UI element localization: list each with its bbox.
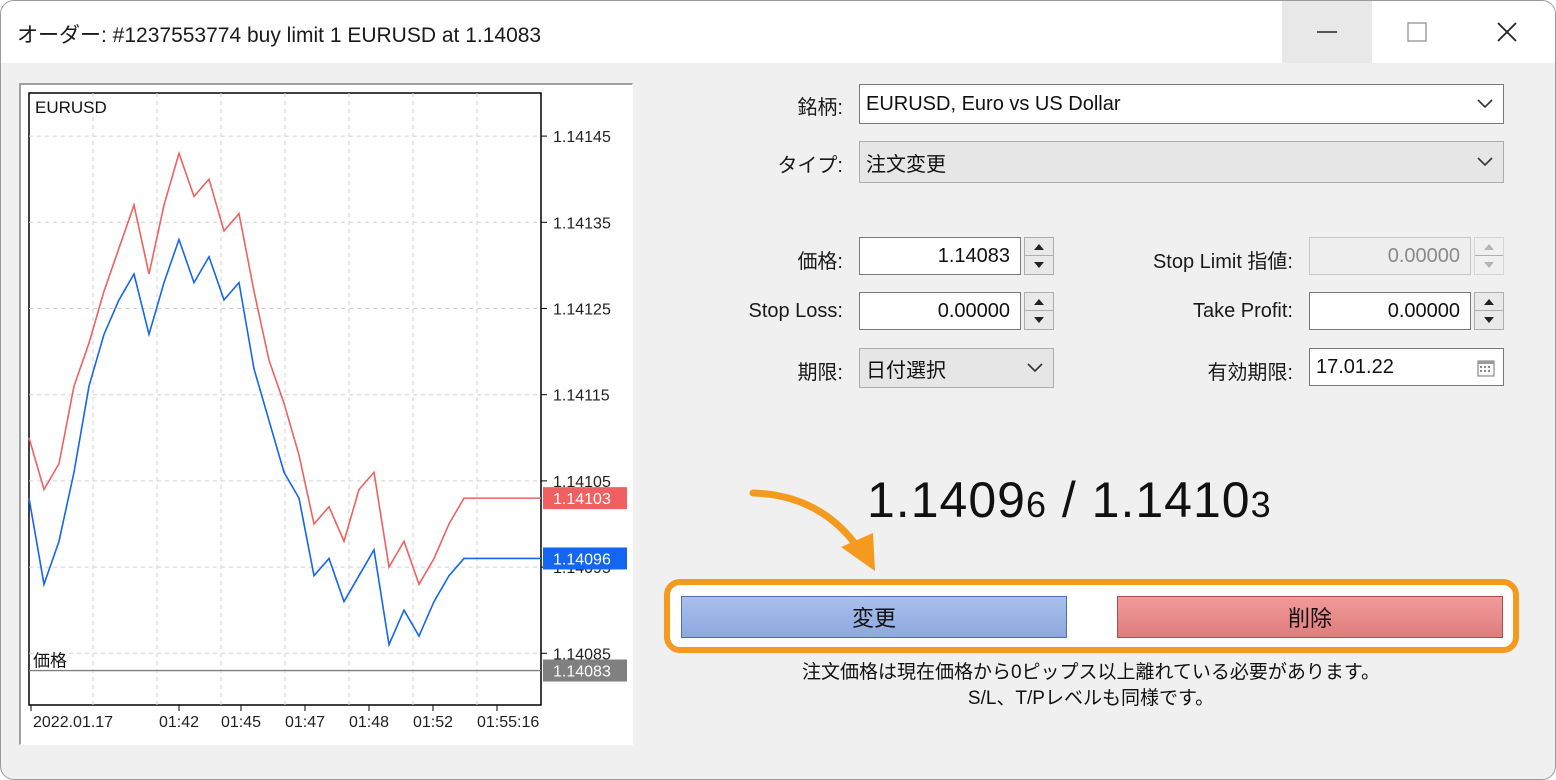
chart-svg: 1.141451.141351.141251.141151.141051.140… <box>28 92 627 731</box>
note-line-2: S/L、T/Pレベルも同様です。 <box>967 688 1215 709</box>
symbol-select[interactable]: EURUSD, Euro vs US Dollar <box>859 84 1504 124</box>
price-label: 価格: <box>797 251 843 273</box>
bid-pip: 6 <box>1025 484 1047 525</box>
type-label: タイプ: <box>777 155 843 177</box>
arrow-up-icon <box>1484 243 1494 250</box>
price-input[interactable]: 1.14083 <box>859 237 1021 275</box>
title-bar: オーダー: #1237553774 buy limit 1 EURUSD at … <box>1 1 1555 63</box>
type-select[interactable]: 注文変更 <box>859 141 1504 183</box>
expiry-label: 期限: <box>797 362 843 384</box>
minimize-icon <box>1317 31 1337 33</box>
calendar-icon[interactable] <box>1477 359 1497 377</box>
chart-symbol: EURUSD <box>35 98 107 117</box>
stop-limit-step-up[interactable] <box>1475 238 1503 256</box>
y-tick-label: 1.14115 <box>553 388 610 405</box>
x-tick-label: 01:45 <box>221 714 261 731</box>
x-tick-label: 01:42 <box>159 714 199 731</box>
ask-price-tag: 1.14103 <box>553 491 611 508</box>
stop-limit-step-down[interactable] <box>1475 256 1503 274</box>
arrow-up-icon <box>1034 298 1044 305</box>
expiry-value: 日付選択 <box>866 359 946 382</box>
symbol-value: EURUSD, Euro vs US Dollar <box>866 92 1121 115</box>
type-value: 注文変更 <box>866 153 946 176</box>
delete-button[interactable]: 削除 <box>1117 596 1503 638</box>
ask-pip: 3 <box>1250 484 1272 525</box>
stop-loss-step-up[interactable] <box>1025 293 1053 311</box>
symbol-label: 銘柄: <box>797 97 843 119</box>
quote-separator: / <box>1046 472 1092 528</box>
close-button[interactable] <box>1462 1 1552 63</box>
arrow-down-icon <box>1034 317 1044 323</box>
window-title: オーダー: #1237553774 buy limit 1 EURUSD at … <box>17 24 542 47</box>
arrow-up-icon <box>1034 243 1044 250</box>
x-tick-label: 2022.01.17 <box>33 714 113 731</box>
take-profit-stepper[interactable] <box>1474 292 1504 330</box>
stop-limit-stepper[interactable] <box>1474 237 1504 275</box>
arrow-down-icon <box>1484 262 1494 268</box>
price-step-up[interactable] <box>1025 238 1053 256</box>
take-profit-input[interactable]: 0.00000 <box>1309 292 1471 330</box>
x-tick-label: 01:47 <box>285 714 325 731</box>
y-tick-label: 1.14145 <box>553 129 611 146</box>
chevron-down-icon <box>1477 99 1493 109</box>
stop-limit-label: Stop Limit 指値: <box>1152 251 1293 273</box>
valid-until-date-picker[interactable]: 17.01.22 <box>1309 348 1504 386</box>
arrow-down-icon <box>1034 262 1044 268</box>
order-price-line-label: 価格 <box>33 652 67 672</box>
valid-until-value: 17.01.22 <box>1316 355 1394 378</box>
valid-until-label: 有効期限: <box>1207 362 1293 384</box>
take-profit-label: Take Profit: <box>1192 300 1293 322</box>
x-tick-label: 01:55:16 <box>477 714 539 731</box>
minimize-button[interactable] <box>1282 1 1372 63</box>
price-step-down[interactable] <box>1025 256 1053 274</box>
expiry-select[interactable]: 日付選択 <box>859 348 1054 388</box>
bid-ask-quote: 1.14096 / 1.14103 <box>867 471 1272 529</box>
price-chart: 1.14145 1.14135 1.14125 1.14115 1.14105 1.140… <box>19 83 633 745</box>
order-dialog: オーダー: #1237553774 buy limit 1 EURUSD at … <box>0 0 1556 780</box>
x-tick-label: 01:48 <box>349 714 389 731</box>
stop-loss-step-down[interactable] <box>1025 311 1053 329</box>
stop-limit-input[interactable]: 0.00000 <box>1309 237 1471 275</box>
maximize-icon <box>1407 22 1427 42</box>
x-tick-label: 01:52 <box>413 714 453 731</box>
order-price-tag: 1.14083 <box>553 664 611 681</box>
chevron-down-icon <box>1027 363 1043 373</box>
stop-loss-input[interactable]: 0.00000 <box>859 292 1021 330</box>
chevron-down-icon <box>1477 157 1493 167</box>
ask-price: 1.1410 <box>1091 472 1251 528</box>
maximize-button[interactable] <box>1372 1 1462 63</box>
price-stepper[interactable] <box>1024 237 1054 275</box>
arrow-down-icon <box>1484 317 1494 323</box>
modify-button[interactable]: 変更 <box>681 596 1067 638</box>
y-tick-label: 1.14125 <box>553 301 611 318</box>
close-icon <box>1497 22 1517 42</box>
highlight-arrow <box>749 489 875 571</box>
arrow-up-icon <box>1484 298 1494 305</box>
bid-price-tag: 1.14096 <box>553 551 611 568</box>
stop-loss-label: Stop Loss: <box>748 300 843 322</box>
take-profit-step-up[interactable] <box>1475 293 1503 311</box>
take-profit-step-down[interactable] <box>1475 311 1503 329</box>
stop-loss-stepper[interactable] <box>1024 292 1054 330</box>
note-line-1: 注文価格は現在価格から0ピップス以上離れている必要があります。 <box>801 662 1381 683</box>
y-tick-label: 1.14135 <box>553 215 611 232</box>
